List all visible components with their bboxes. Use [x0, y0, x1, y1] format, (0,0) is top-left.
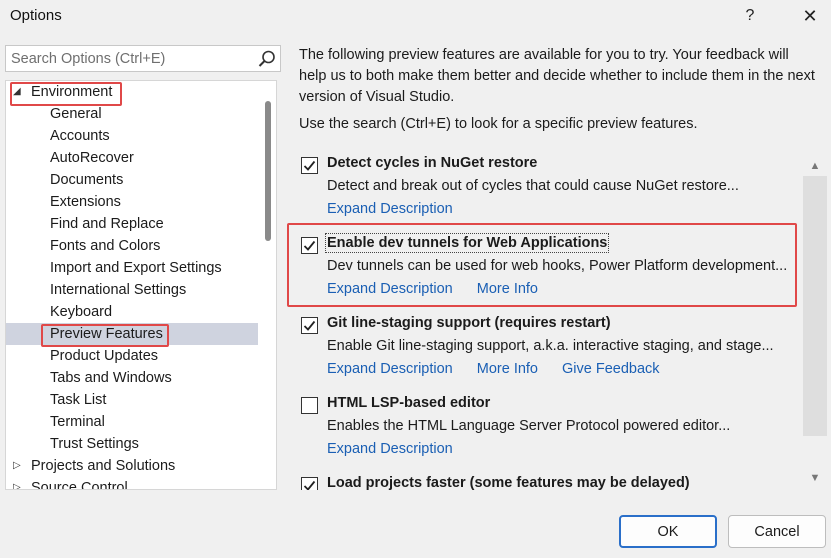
tree-item-label: Task List — [50, 392, 107, 408]
more-info-link[interactable]: More Info — [477, 281, 538, 297]
window-title: Options — [10, 7, 62, 24]
feature-links: Expand Description — [327, 441, 477, 457]
tree-item-label: Keyboard — [50, 304, 113, 320]
more-info-link[interactable]: More Info — [477, 361, 538, 377]
search-input[interactable] — [6, 46, 252, 71]
tree-item-general[interactable]: General — [6, 103, 258, 125]
feature-description: Enables the HTML Language Server Protoco… — [327, 418, 731, 434]
tree-item-label: Environment — [31, 84, 113, 100]
feature-title[interactable]: Detect cycles in NuGet restore — [327, 155, 537, 171]
tree-item-tabs-and-windows[interactable]: Tabs and Windows — [6, 367, 258, 389]
tree-item-documents[interactable]: Documents — [6, 169, 258, 191]
feature-list: Detect cycles in NuGet restore Detect and… — [290, 150, 802, 490]
collapse-arrow-icon[interactable]: ◢ — [13, 81, 21, 103]
search-hint: Use the search (Ctrl+E) to look for a sp… — [299, 116, 698, 132]
feature-checkbox[interactable] — [301, 157, 318, 174]
tree-item-source-control[interactable]: ▷ Source Control — [6, 477, 258, 490]
tree-item-accounts[interactable]: Accounts — [6, 125, 258, 147]
feature-links: Expand Description — [327, 201, 477, 217]
feature-scrollbar[interactable]: ▲ ▼ — [803, 150, 827, 490]
tree-item-terminal[interactable]: Terminal — [6, 411, 258, 433]
feature-links: Expand Description More Info — [327, 281, 562, 297]
feature-item: Enable dev tunnels for Web Applications D… — [290, 230, 802, 310]
tree-item-label: Extensions — [50, 194, 121, 210]
feature-checkbox[interactable] — [301, 477, 318, 490]
feature-checkbox[interactable] — [301, 397, 318, 414]
feature-scrollbar-thumb[interactable] — [803, 176, 827, 436]
feature-title[interactable]: HTML LSP-based editor — [327, 395, 490, 411]
check-icon — [303, 320, 316, 331]
feature-description: Enable Git line-staging support, a.k.a. … — [327, 338, 774, 354]
tree-item-import-and-export-settings[interactable]: Import and Export Settings — [6, 257, 258, 279]
tree-item-projects-and-solutions[interactable]: ▷ Projects and Solutions — [6, 455, 258, 477]
tree-item-label: Import and Export Settings — [50, 260, 222, 276]
tree-item-task-list[interactable]: Task List — [6, 389, 258, 411]
ok-button[interactable]: OK — [619, 515, 717, 548]
tree-item-label: Documents — [50, 172, 124, 188]
check-icon — [303, 480, 316, 490]
tree-item-label: Product Updates — [50, 348, 159, 364]
tree-item-find-and-replace[interactable]: Find and Replace — [6, 213, 258, 235]
help-button[interactable]: ? — [736, 2, 764, 30]
tree-item-label: Projects and Solutions — [31, 458, 176, 474]
feature-item: Detect cycles in NuGet restore Detect and… — [290, 150, 802, 230]
tree-item-label: Fonts and Colors — [50, 238, 161, 254]
tree-item-autorecover[interactable]: AutoRecover — [6, 147, 258, 169]
expand-description-link[interactable]: Expand Description — [327, 201, 453, 217]
tree-item-label: Find and Replace — [50, 216, 164, 232]
tree-item-label: Terminal — [50, 414, 105, 430]
give-feedback-link[interactable]: Give Feedback — [562, 361, 660, 377]
tree-item-label: AutoRecover — [50, 150, 134, 166]
feature-links: Expand Description More Info Give Feedback — [327, 361, 684, 377]
feature-description: Detect and break out of cycles that coul… — [327, 178, 739, 194]
tree-item-label: Preview Features — [50, 326, 163, 342]
tree-item-label: Accounts — [50, 128, 110, 144]
feature-item: Git line-staging support (requires resta… — [290, 310, 802, 390]
tree-item-label: General — [50, 106, 102, 122]
expand-arrow-icon[interactable]: ▷ — [13, 477, 21, 489]
check-icon — [303, 160, 316, 171]
cancel-button[interactable]: Cancel — [728, 515, 826, 548]
tree-item-trust-settings[interactable]: Trust Settings — [6, 433, 258, 455]
tree-item-label: International Settings — [50, 282, 187, 298]
scroll-up-icon[interactable]: ▲ — [803, 156, 827, 176]
tree-item-label: Tabs and Windows — [50, 370, 172, 386]
feature-item: HTML LSP-based editor Enables the HTML La… — [290, 390, 802, 470]
tree-item-label: Trust Settings — [50, 436, 139, 452]
close-button[interactable]: ✕ — [794, 2, 826, 30]
expand-description-link[interactable]: Expand Description — [327, 281, 453, 297]
intro-text: The following preview features are avail… — [299, 47, 815, 105]
check-icon — [303, 240, 316, 251]
tree-item-international-settings[interactable]: International Settings — [6, 279, 258, 301]
feature-title[interactable]: Enable dev tunnels for Web Applications — [324, 233, 610, 253]
search-icon[interactable] — [256, 48, 278, 70]
options-tree[interactable]: ▷ Source Control ▷ Projects and Solutions Tr… — [5, 80, 277, 490]
tree-item-fonts-and-colors[interactable]: Fonts and Colors — [6, 235, 258, 257]
tree-item-preview-features[interactable]: Preview Features — [6, 323, 258, 345]
tree-item-extensions[interactable]: Extensions — [6, 191, 258, 213]
feature-description: Dev tunnels can be used for web hooks, P… — [327, 258, 788, 274]
title-bar: Options ? ✕ — [0, 0, 831, 32]
scroll-down-icon[interactable]: ▼ — [803, 468, 827, 488]
feature-checkbox[interactable] — [301, 237, 318, 254]
expand-description-link[interactable]: Expand Description — [327, 441, 453, 457]
tree-item-environment[interactable]: ◢ Environment — [6, 81, 258, 103]
expand-arrow-icon[interactable]: ▷ — [13, 455, 21, 477]
search-box — [5, 45, 281, 72]
tree-item-label: Source Control — [31, 480, 128, 490]
tree-item-keyboard[interactable]: Keyboard — [6, 301, 258, 323]
tree-scrollbar-thumb[interactable] — [265, 101, 271, 241]
tree-item-product-updates[interactable]: Product Updates — [6, 345, 258, 367]
feature-item: Load projects faster (some features may … — [290, 470, 802, 490]
feature-title[interactable]: Git line-staging support (requires resta… — [327, 315, 611, 331]
feature-title[interactable]: Load projects faster (some features may … — [327, 475, 690, 490]
expand-description-link[interactable]: Expand Description — [327, 361, 453, 377]
feature-checkbox[interactable] — [301, 317, 318, 334]
